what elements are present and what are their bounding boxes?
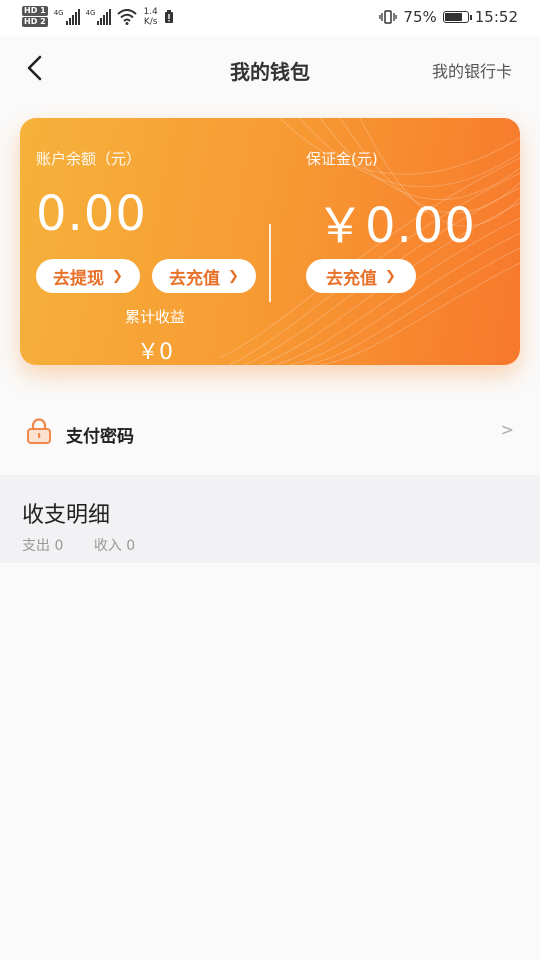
network-type-2: 4G: [85, 8, 96, 17]
battery-icon: [442, 11, 472, 23]
transaction-summary: 支出 0 收入 0: [22, 535, 161, 555]
battery-percent: 75%: [403, 8, 437, 26]
withdraw-button-label: 去提现: [53, 268, 105, 289]
notification-icon: [164, 9, 173, 23]
signal-icon: 4G: [53, 8, 80, 25]
recharge-button-label: 去充值: [169, 268, 221, 289]
chevron-right-icon: ❯: [385, 268, 396, 284]
expense-total: 支出 0: [22, 538, 64, 554]
recharge-button[interactable]: 去充值 ❯: [152, 259, 256, 293]
speed-unit: K/s: [143, 16, 158, 27]
wallet-card: 账户余额（元） 0.00 去提现 ❯ 去充值 ❯ 保证金(元) ￥0.00 去充…: [20, 118, 520, 365]
balance-label: 账户余额（元）: [36, 150, 142, 168]
transaction-details-section: 收支明细 支出 0 收入 0: [0, 475, 540, 563]
chevron-right-icon: >: [500, 420, 514, 439]
total-income-label: 累计收益: [124, 308, 185, 326]
hd1-badge: HD 1: [22, 6, 48, 16]
payment-password-label: 支付密码: [66, 427, 134, 447]
status-bar-left: HD 1 HD 2 4G 4G 1.4 K/s: [22, 6, 174, 27]
hd-badges: HD 1 HD 2: [22, 6, 48, 27]
balance-value: 0.00: [36, 186, 147, 242]
wifi-icon: [117, 8, 138, 25]
hd2-badge: HD 2: [22, 17, 48, 27]
speed-value: 1.4: [143, 6, 158, 17]
payment-password-row[interactable]: 支付密码 >: [0, 398, 540, 464]
status-bar: HD 1 HD 2 4G 4G 1.4 K/s 75% 15:52: [0, 0, 540, 36]
total-income-value: ￥0: [137, 340, 173, 365]
chevron-right-icon: ❯: [228, 268, 239, 284]
deposit-label: 保证金(元): [306, 150, 378, 168]
deposit-recharge-button[interactable]: 去充值 ❯: [306, 259, 416, 293]
deposit-value: ￥0.00: [316, 198, 476, 254]
signal-icon-2: 4G: [85, 8, 112, 25]
deposit-recharge-button-label: 去充值: [326, 268, 378, 289]
my-bank-card-link[interactable]: 我的银行卡: [432, 58, 512, 82]
status-bar-right: 75% 15:52: [379, 8, 518, 26]
network-type-1: 4G: [53, 8, 64, 17]
withdraw-button[interactable]: 去提现 ❯: [36, 259, 140, 293]
lock-icon: [27, 418, 51, 444]
transaction-details-title: 收支明细: [22, 503, 111, 528]
card-divider: [269, 224, 271, 302]
network-speed: 1.4 K/s: [143, 7, 157, 27]
nav-bar: 我的钱包 我的银行卡: [0, 36, 540, 100]
vibrate-icon: [379, 10, 398, 24]
clock: 15:52: [474, 8, 518, 26]
income-total: 收入 0: [93, 538, 136, 554]
chevron-right-icon: ❯: [112, 268, 123, 284]
